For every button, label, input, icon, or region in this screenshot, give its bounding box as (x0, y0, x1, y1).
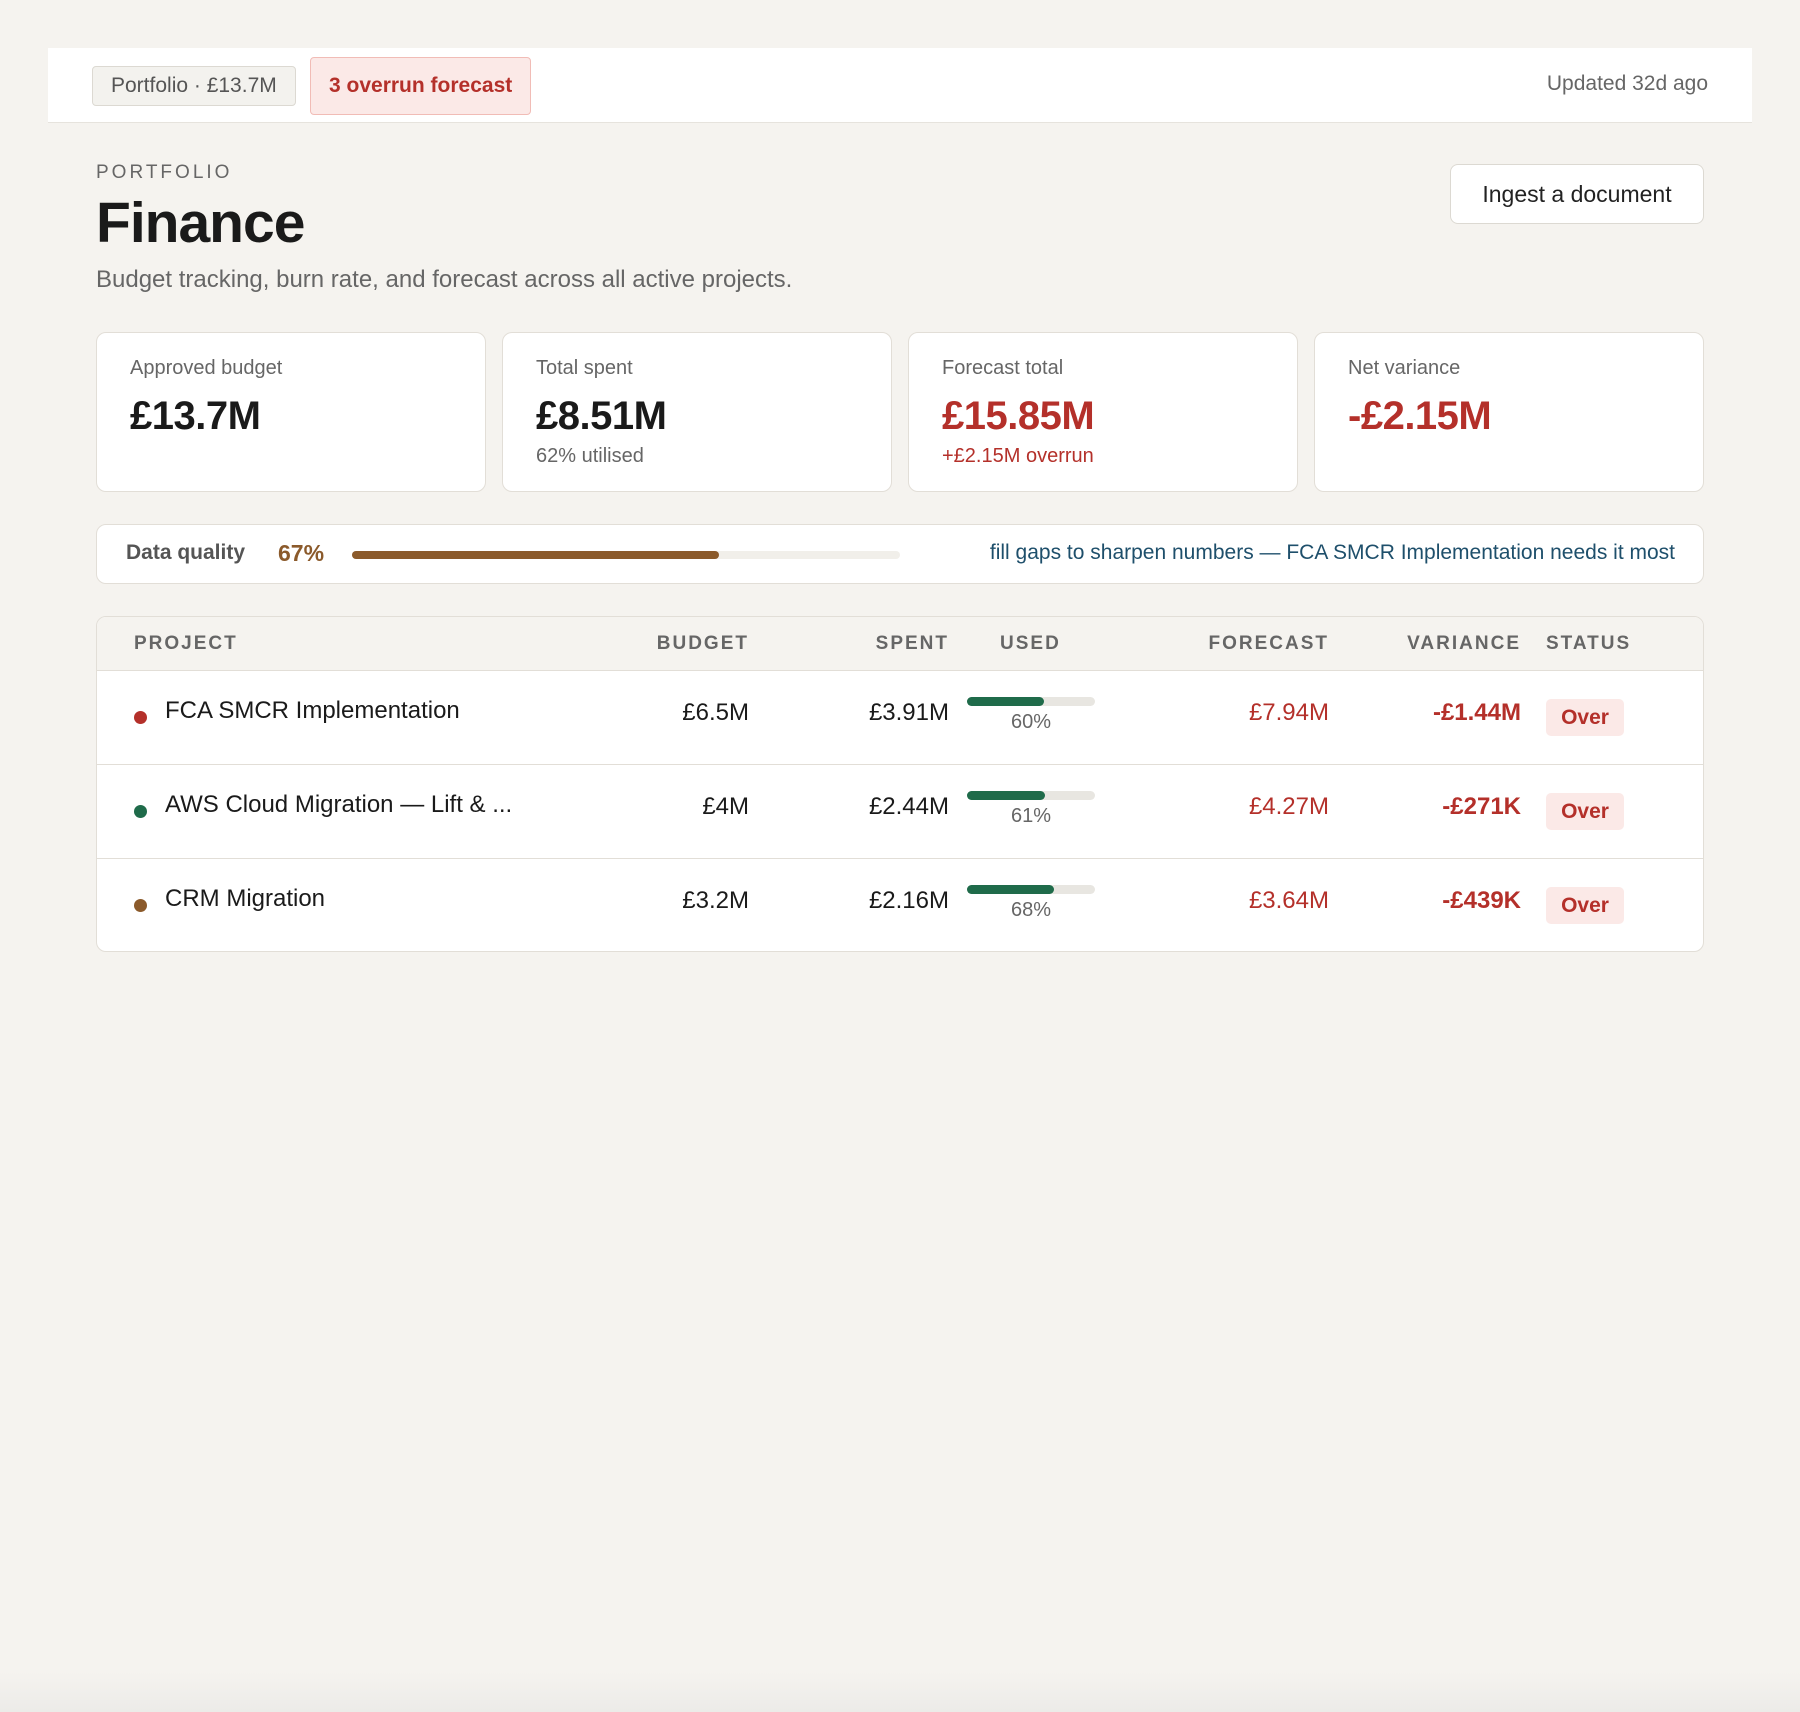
spent-cell: £3.91M (868, 699, 949, 726)
kpi-card-net-variance: Net variance -£2.15M (1314, 332, 1704, 492)
data-quality-track (352, 551, 900, 559)
table-row[interactable]: AWS Cloud Migration — Lift & ... £4M £2.44… (97, 765, 1703, 859)
variance-cell: -£1.44M (1432, 699, 1521, 726)
budget-cell: £3.2M (682, 887, 749, 914)
data-quality-fill (352, 551, 720, 559)
forecast-cell: £4.27M (1248, 793, 1329, 820)
used-progress-track (967, 885, 1095, 894)
kpi-label: Approved budget (130, 357, 283, 379)
kpi-sub: 62% utilised (536, 445, 644, 467)
column-header-forecast[interactable]: FORECAST (1209, 633, 1330, 655)
status-badge: Over (1546, 793, 1624, 830)
kpi-value: £8.51M (536, 394, 667, 438)
column-header-variance[interactable]: VARIANCE (1407, 633, 1521, 655)
used-progress-fill (967, 697, 1044, 706)
used-progress-fill (967, 885, 1055, 894)
kpi-label: Net variance (1348, 357, 1461, 379)
used-progress-fill (967, 791, 1046, 800)
kpi-card-approved-budget: Approved budget £13.7M (96, 332, 486, 492)
project-name[interactable]: FCA SMCR Implementation (165, 697, 460, 725)
table-row[interactable]: FCA SMCR Implementation £6.5M £3.91M 60% £7.… (97, 671, 1703, 765)
forecast-cell: £3.64M (1248, 887, 1329, 914)
last-updated-label: Updated 32d ago (1546, 72, 1708, 95)
budget-cell: £6.5M (682, 699, 749, 726)
project-name[interactable]: CRM Migration (165, 885, 325, 913)
kpi-card-total-spent: Total spent £8.51M 62% utilised (502, 332, 892, 492)
table-header: PROJECT BUDGET SPENT USED FORECAST VARIA… (97, 617, 1703, 671)
status-badge: Over (1546, 699, 1624, 736)
kpi-card-forecast-total: Forecast total £15.85M +£2.15M overrun (908, 332, 1298, 492)
kpi-label: Forecast total (942, 357, 1064, 379)
spent-cell: £2.16M (868, 887, 949, 914)
kpi-label: Total spent (536, 357, 633, 379)
column-header-budget[interactable]: BUDGET (657, 633, 749, 655)
project-status-dot (134, 711, 147, 724)
column-header-project[interactable]: PROJECT (134, 633, 238, 655)
used-progress-track (967, 697, 1095, 706)
used-percent: 60% (1010, 711, 1052, 733)
kpi-value: -£2.15M (1348, 394, 1492, 438)
budget-cell: £4M (702, 793, 749, 820)
column-header-status[interactable]: STATUS (1546, 633, 1631, 655)
page-title: Finance (96, 191, 305, 255)
kpi-value: £13.7M (130, 394, 261, 438)
spent-cell: £2.44M (868, 793, 949, 820)
project-status-dot (134, 805, 147, 818)
projects-table: PROJECT BUDGET SPENT USED FORECAST VARIA… (96, 616, 1704, 952)
project-status-dot (134, 899, 147, 912)
bottom-edge (0, 1672, 1800, 1712)
top-status-bar: Portfolio · £13.7M 3 overrun forecast Up… (48, 48, 1752, 123)
page-subtitle: Budget tracking, burn rate, and forecast… (96, 266, 793, 293)
column-header-used[interactable]: USED (1000, 633, 1061, 655)
kpi-sub: +£2.15M overrun (942, 445, 1094, 467)
data-quality-bar: Data quality 67% fill gaps to sharpen nu… (96, 524, 1704, 584)
used-percent: 61% (1010, 805, 1052, 827)
table-row[interactable]: CRM Migration £3.2M £2.16M 68% £3.64M -£439K O… (97, 859, 1703, 951)
data-quality-hint-link[interactable]: fill gaps to sharpen numbers — FCA SMCR … (990, 541, 1675, 565)
column-header-spent[interactable]: SPENT (876, 633, 949, 655)
status-badge: Over (1546, 887, 1624, 924)
kpi-value: £15.85M (942, 394, 1095, 438)
forecast-cell: £7.94M (1248, 699, 1329, 726)
project-name[interactable]: AWS Cloud Migration — Lift & ... (165, 791, 512, 819)
ingest-document-button[interactable]: Ingest a document (1450, 164, 1704, 224)
variance-cell: -£439K (1442, 887, 1521, 914)
data-quality-label: Data quality (126, 541, 246, 564)
used-progress-track (967, 791, 1095, 800)
portfolio-total-chip[interactable]: Portfolio · £13.7M (92, 66, 296, 106)
variance-cell: -£271K (1442, 793, 1521, 820)
section-eyebrow: PORTFOLIO (96, 162, 233, 183)
used-percent: 68% (1010, 899, 1052, 921)
data-quality-percent: 67% (278, 540, 325, 566)
overrun-forecast-chip[interactable]: 3 overrun forecast (310, 57, 532, 115)
